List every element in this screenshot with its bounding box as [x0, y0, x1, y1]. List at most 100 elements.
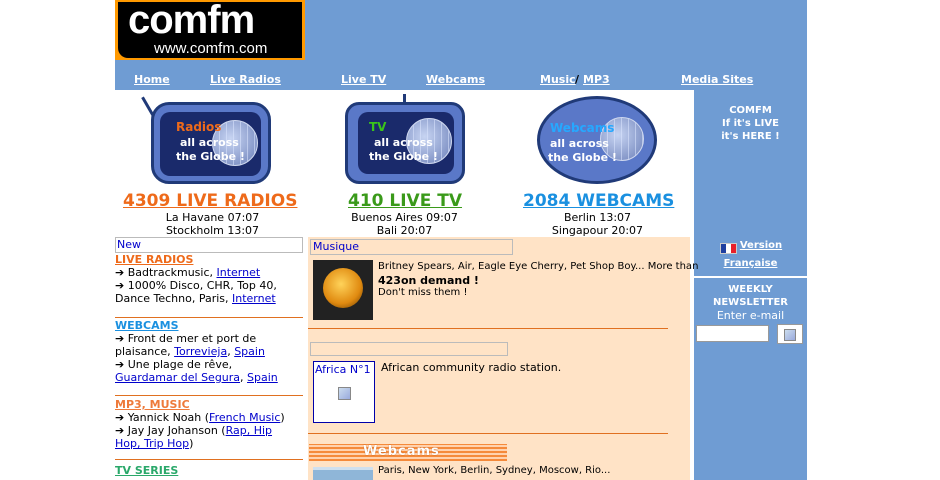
nav-webcams[interactable]: Webcams [426, 73, 485, 86]
music-dont-miss: Don't miss them ! [378, 287, 468, 298]
newsletter-title: NEWSLETTER [712, 297, 789, 308]
radios-line1: all across [180, 136, 239, 149]
webcams-city2: Singapour 20:07 [551, 224, 644, 237]
torrevieja-link[interactable]: Torrevieja [174, 345, 227, 358]
feature-divider [308, 328, 668, 329]
rap-hiphop-link[interactable]: Rap, Hip [226, 424, 272, 437]
broken-image-icon [784, 329, 796, 341]
arrow-right-icon: ➔ [115, 266, 125, 279]
section-tv-series[interactable]: TV SERIES [115, 464, 178, 477]
enter-email-label: Enter e-mail [716, 309, 785, 322]
music-description: Britney Spears, Air, Eagle Eye Cherry, P… [378, 261, 699, 272]
top-nav: Home Live Radios Live TV Webcams Music /… [115, 73, 807, 89]
version-link[interactable]: Version [716, 239, 806, 252]
new-label: New [117, 238, 141, 251]
tv-city2: Bali 20:07 [376, 224, 433, 237]
tv-city1: Buenos Aires 09:07 [351, 211, 458, 224]
music-on-demand[interactable]: 423on demand ! [378, 274, 479, 287]
nav-home[interactable]: Home [134, 73, 170, 86]
email-input[interactable] [696, 325, 769, 342]
africa-description: African community radio station. [381, 361, 562, 374]
middle-feature-column: Musique Britney Spears, Air, Eagle Eye C… [308, 237, 698, 480]
radios-city2: Stockholm 13:07 [165, 224, 260, 237]
item-text: Une plage de rêve, [127, 358, 233, 371]
item-text: ) [189, 437, 194, 450]
list-item: ➔ Front de mer et port de [115, 332, 303, 345]
radios-city1: La Havane 07:07 [165, 211, 260, 224]
arrow-right-icon: ➔ [115, 411, 125, 424]
item-text: Jay Jay Johanson ( [127, 424, 226, 437]
music-lamp-image[interactable] [313, 260, 373, 320]
nav-live-tv[interactable]: Live TV [341, 73, 386, 86]
webcams-line1: all across [550, 137, 609, 150]
item-sep: , [240, 371, 248, 384]
french-music-link[interactable]: French Music [209, 411, 280, 424]
section-mp3-music[interactable]: MP3, MUSIC [115, 398, 190, 411]
item-text: ) [280, 411, 285, 424]
section-webcams[interactable]: WEBCAMS [115, 319, 179, 332]
guardamar-link[interactable]: Guardamar del Segura [115, 371, 240, 384]
spain-link[interactable]: Spain [234, 345, 265, 358]
radio-screen: Radios all across the Globe ! [160, 112, 261, 176]
webcams-cities: Paris, New York, Berlin, Sydney, Moscow,… [378, 465, 611, 476]
logo-url: www.comfm.com [154, 40, 268, 57]
tv-screen: TV all across the Globe ! [358, 112, 454, 174]
spain-link[interactable]: Spain [247, 371, 278, 384]
webcams-banner-label: Webcams [363, 444, 440, 459]
list-item-cont: Hop, Trip Hop) [115, 437, 303, 450]
tv-line2: the Globe ! [369, 150, 438, 163]
section-divider [115, 317, 303, 318]
webcams-category: Webcams [550, 121, 615, 135]
new-header: New [115, 237, 303, 253]
africa-title[interactable]: Africa N°1 [315, 363, 371, 376]
africa-n1-link-box[interactable]: Africa N°1 [313, 361, 375, 423]
nav-music[interactable]: Music [540, 73, 576, 86]
item-text: Dance Techno, Paris, [115, 292, 233, 305]
section-divider [115, 459, 303, 460]
internet-link[interactable]: Internet [217, 266, 261, 279]
item-text: 1000% Disco, CHR, Top 40, [127, 279, 277, 292]
webcams-hero-icon[interactable]: Webcams all across the Globe ! [533, 94, 663, 189]
webcams-count-link[interactable]: 2084 WEBCAMS [523, 191, 674, 211]
list-item: ➔ Yannick Noah (French Music) [115, 411, 303, 424]
nav-mp3[interactable]: MP3 [583, 73, 610, 86]
nav-live-radios[interactable]: Live Radios [210, 73, 281, 86]
francaise-link[interactable]: Française [694, 257, 807, 270]
list-item: ➔ Badtrackmusic, Internet [115, 266, 303, 279]
musique-header: Musique [310, 239, 513, 255]
item-text: Badtrackmusic, [127, 266, 217, 279]
webcam-body: Webcams all across the Globe ! [537, 96, 657, 184]
logo-badge: comfm www.comfm.com [118, 0, 302, 58]
item-text: plaisance, [115, 345, 175, 358]
tagline-here: it's HERE ! [721, 131, 780, 142]
webcam-thumbnail[interactable] [313, 467, 373, 480]
list-item: ➔ Jay Jay Johanson (Rap, Hip [115, 424, 303, 437]
arrow-right-icon: ➔ [115, 332, 125, 345]
trip-hop-link[interactable]: Hop, Trip Hop [115, 437, 189, 450]
tv-category: TV [369, 120, 387, 134]
list-item-cont: Guardamar del Segura, Spain [115, 371, 303, 384]
section-divider [115, 395, 303, 396]
webcams-city1: Berlin 13:07 [563, 211, 632, 224]
logo-name: comfm [128, 0, 255, 42]
newsletter-submit-button[interactable] [777, 324, 803, 344]
section-live-radios[interactable]: LIVE RADIOS [115, 253, 193, 266]
radios-count-link[interactable]: 4309 LIVE RADIOS [123, 191, 297, 211]
radios-line2: the Globe ! [176, 150, 245, 163]
list-item: ➔ 1000% Disco, CHR, Top 40, [115, 279, 303, 292]
tagline-comfm: COMFM [729, 105, 772, 116]
radio-body: Radios all across the Globe ! [151, 102, 271, 184]
arrow-right-icon: ➔ [115, 424, 125, 437]
nav-media-sites[interactable]: Media Sites [681, 73, 753, 86]
radios-hero-icon[interactable]: Radios all across the Globe ! [141, 94, 277, 189]
tv-count-link[interactable]: 410 LIVE TV [348, 191, 462, 211]
item-text: Front de mer et port de [127, 332, 257, 345]
webcams-banner[interactable]: Webcams [309, 444, 507, 461]
internet-link[interactable]: Internet [232, 292, 276, 305]
comfm-logo[interactable]: comfm www.comfm.com [115, 0, 305, 60]
feature-divider [308, 433, 668, 434]
africa-header [310, 342, 508, 356]
tv-body: TV all across the Globe ! [345, 102, 465, 184]
musique-label: Musique [313, 240, 359, 253]
tv-hero-icon[interactable]: TV all across the Globe ! [343, 94, 468, 189]
